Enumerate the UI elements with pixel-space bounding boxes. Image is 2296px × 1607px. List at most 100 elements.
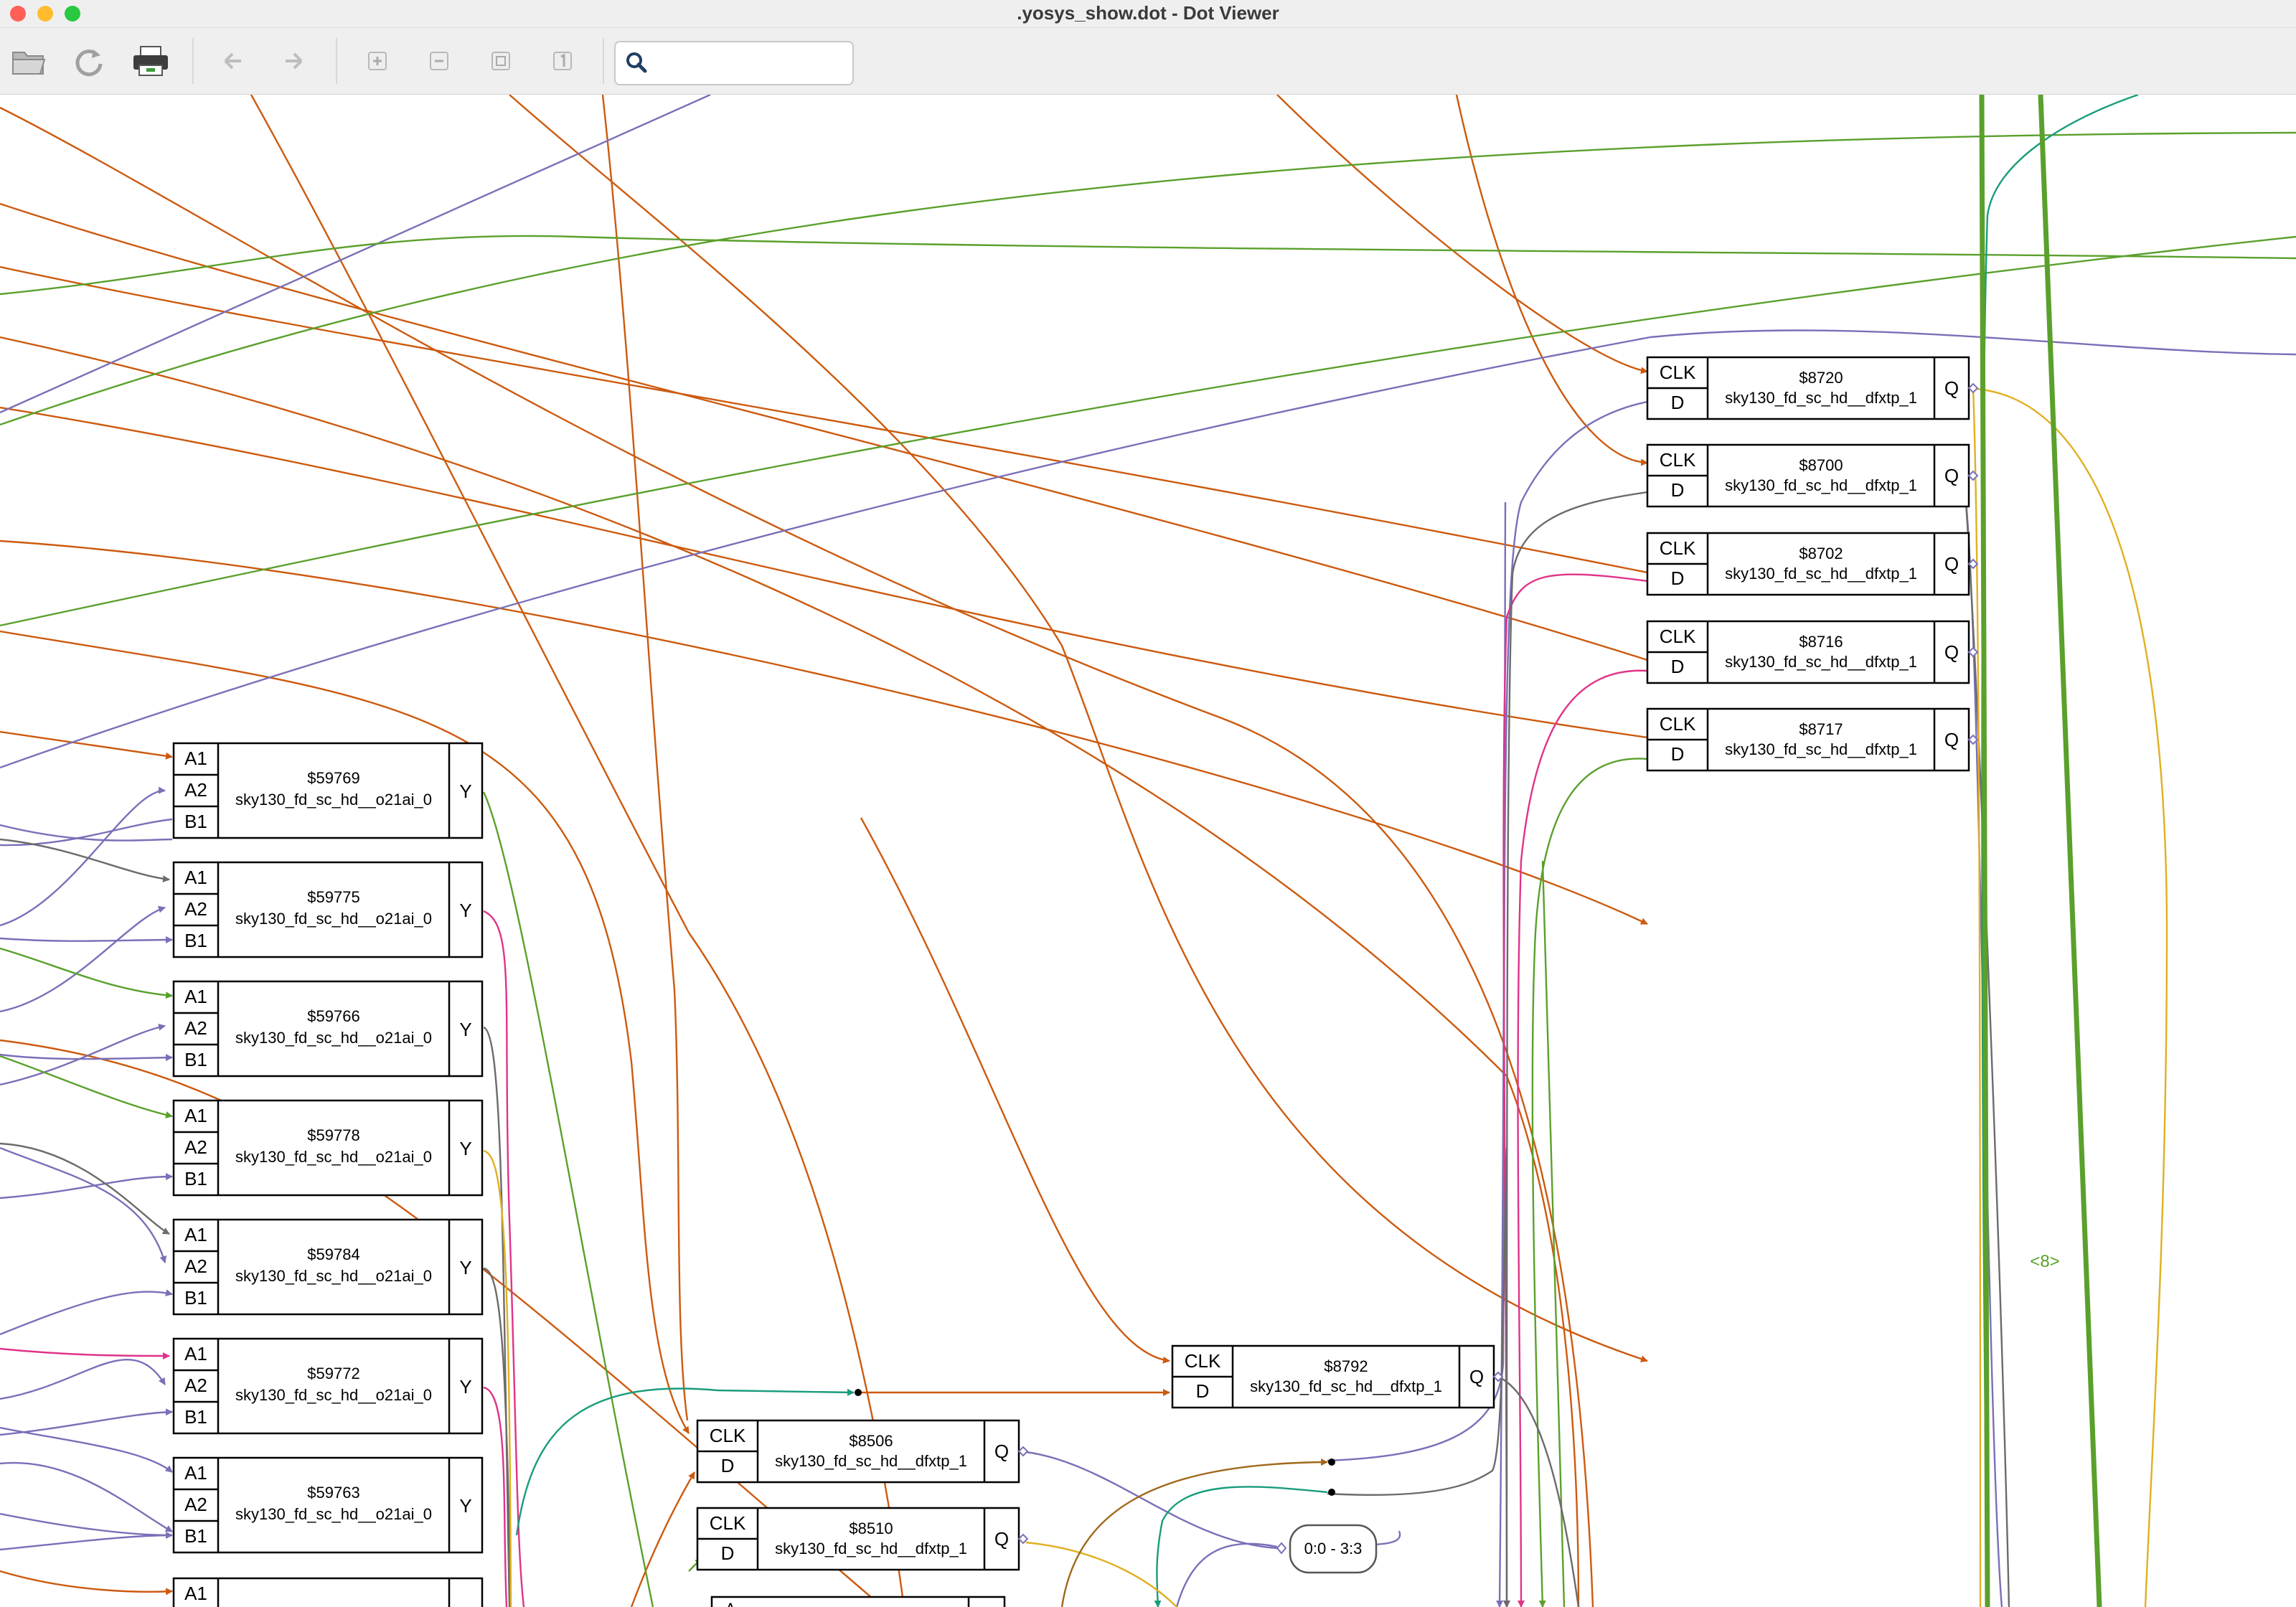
edge-pink xyxy=(1517,669,1648,1607)
cell-$8716[interactable]: CLK D Q $8716 sky130_fd_sc_hd__dfxtp_1 xyxy=(1646,620,1979,684)
open-button[interactable] xyxy=(9,42,49,80)
port-d: D xyxy=(1671,479,1685,501)
edge-gray xyxy=(1327,1147,1508,1496)
port-clk: CLK xyxy=(1185,1350,1221,1372)
edge-orange xyxy=(509,95,1648,1362)
port-a1: A1 xyxy=(184,1462,207,1484)
cell-$59784[interactable]: A1 A2 B1 Y $59784 sky130_fd_sc_hd__o21ai_0 xyxy=(172,1218,484,1316)
zoom-out-button[interactable] xyxy=(419,42,459,80)
edge-orange xyxy=(0,265,1648,574)
cell-$8510[interactable]: CLK D Q $8510 sky130_fd_sc_hd__dfxtp_1 xyxy=(696,1507,1029,1571)
port-b1: B1 xyxy=(184,1168,207,1189)
zoom-in-button[interactable] xyxy=(357,42,397,80)
port-d: D xyxy=(721,1542,735,1564)
junction-dot xyxy=(1328,1489,1335,1496)
port-q: Q xyxy=(1944,729,1959,750)
bus-green xyxy=(1979,95,1990,1607)
print-button[interactable] xyxy=(131,42,171,80)
cell-id: $8717 xyxy=(1799,720,1843,738)
cell-partial[interactable]: A1 xyxy=(172,1577,484,1607)
cell-id: $59784 xyxy=(307,1245,359,1263)
edge-gold xyxy=(1972,388,1982,1607)
port-y: Y xyxy=(459,900,471,921)
port-d: D xyxy=(1671,656,1685,677)
port-clk: CLK xyxy=(1660,626,1696,647)
cell-type: sky130_fd_sc_hd__dfxtp_1 xyxy=(1250,1377,1442,1395)
edge-purple xyxy=(0,824,173,842)
port-a1: A1 xyxy=(184,986,207,1007)
port-q: Q xyxy=(1944,465,1959,486)
output-port-marker xyxy=(1017,1446,1029,1457)
window-title: .yosys_show.dot - Dot Viewer xyxy=(1017,2,1279,24)
graph-canvas[interactable]: A1 A2 B1 Y $59769 sky130_fd_sc_hd__o21ai_0 A1 A… xyxy=(0,95,2296,1607)
cell-$59766[interactable]: A1 A2 B1 Y $59766 sky130_fd_sc_hd__o21ai_0 xyxy=(172,980,484,1078)
cell-$8700[interactable]: CLK D Q $8700 sky130_fd_sc_hd__dfxtp_1 xyxy=(1646,443,1979,508)
search-input[interactable] xyxy=(656,48,845,80)
port-b1: B1 xyxy=(184,1525,207,1547)
cell-$59778[interactable]: A1 A2 B1 Y $59778 sky130_fd_sc_hd__o21ai_0 xyxy=(172,1099,484,1197)
edge-purple xyxy=(0,1358,166,1400)
port-a2: A2 xyxy=(184,1017,207,1039)
port-a: A xyxy=(725,1600,736,1607)
port-y: Y xyxy=(459,1138,471,1159)
cell-id: $8792 xyxy=(1324,1357,1368,1375)
zoom-in-icon xyxy=(368,52,387,70)
port-clk: CLK xyxy=(710,1512,746,1534)
cell-$8792[interactable]: CLK D Q $8792 sky130_fd_sc_hd__dfxtp_1 xyxy=(1171,1344,1504,1409)
cell-$8717[interactable]: CLK D Q $8717 sky130_fd_sc_hd__dfxtp_1 xyxy=(1646,707,1979,772)
cell-$59772[interactable]: A1 A2 B1 Y $59772 sky130_fd_sc_hd__o21ai_0 xyxy=(172,1337,484,1435)
edge-teal xyxy=(1981,95,2139,1607)
bus-range-node[interactable]: 0:0 - 3:3 xyxy=(1276,1524,1378,1574)
port-q: Q xyxy=(994,1441,1009,1462)
edge-orange xyxy=(0,730,173,760)
edge-purple xyxy=(0,1173,173,1200)
cell-$59763[interactable]: A1 A2 B1 Y $59763 sky130_fd_sc_hd__o21ai_0 xyxy=(172,1456,484,1554)
zoom-fit-button[interactable] xyxy=(481,42,521,80)
toolbar xyxy=(0,28,2296,95)
edge-green xyxy=(0,1055,173,1118)
cell-type: sky130_fd_sc_hd__o21ai_0 xyxy=(235,1505,432,1523)
cell-$8506[interactable]: CLK D Q $8506 sky130_fd_sc_hd__dfxtp_1 xyxy=(696,1419,1029,1484)
port-y: Y xyxy=(459,1495,471,1517)
back-button[interactable] xyxy=(212,42,253,80)
cell-$8702[interactable]: CLK D Q $8702 sky130_fd_sc_hd__dfxtp_1 xyxy=(1646,532,1979,596)
edge-green xyxy=(0,235,2296,296)
cell-type: sky130_fd_sc_hd__dfxtp_1 xyxy=(1725,565,1917,583)
edge-brown xyxy=(1060,1458,1328,1607)
forward-button[interactable] xyxy=(274,42,314,80)
cell-type: sky130_fd_sc_hd__o21ai_0 xyxy=(235,1386,432,1404)
port-clk: CLK xyxy=(1660,362,1696,383)
cell-$59775[interactable]: A1 A2 B1 Y $59775 sky130_fd_sc_hd__o21ai_0 xyxy=(172,861,484,958)
zoom-100-button[interactable] xyxy=(542,42,583,80)
cell-$59769[interactable]: A1 A2 B1 Y $59769 sky130_fd_sc_hd__o21ai_0 xyxy=(172,742,484,839)
cell-id: $8720 xyxy=(1799,369,1843,387)
edge-orange xyxy=(860,817,1170,1364)
cell-$8720[interactable]: CLK D Q $8720 sky130_fd_sc_hd__dfxtp_1 xyxy=(1646,356,1979,420)
edge-orange xyxy=(1276,95,1648,374)
edge-purple xyxy=(0,1289,173,1336)
cell-id: $8700 xyxy=(1799,456,1843,474)
search-box[interactable] xyxy=(614,41,854,85)
cell-id: $8506 xyxy=(849,1432,893,1450)
port-b1: B1 xyxy=(184,1049,207,1070)
reload-icon xyxy=(75,50,103,77)
cell-id: $59766 xyxy=(307,1007,359,1025)
reload-button[interactable] xyxy=(69,42,109,80)
cell-partial-2[interactable]: A xyxy=(710,1596,1006,1607)
cell-type: sky130_fd_sc_hd__dfxtp_1 xyxy=(775,1540,967,1557)
port-clk: CLK xyxy=(1660,537,1696,559)
port-clk: CLK xyxy=(1660,449,1696,471)
port-q: Q xyxy=(1944,377,1959,399)
port-d: D xyxy=(1196,1380,1210,1402)
title-bar: .yosys_show.dot - Dot Viewer xyxy=(0,0,2296,28)
cell-id: $8702 xyxy=(1799,545,1843,562)
zoom-100-icon xyxy=(553,52,572,70)
cell-id: $8716 xyxy=(1799,633,1843,651)
dot-viewer-window: .yosys_show.dot - Dot Viewer A1 A2 B1 Y … xyxy=(0,0,2296,1607)
port-a2: A2 xyxy=(184,1255,207,1277)
edge-purple xyxy=(0,1146,167,1263)
nodes-layer: A1A2B1Y$59769sky130_fd_sc_hd__o21ai_0A1A… xyxy=(172,356,2060,1607)
cell-id: $8510 xyxy=(849,1519,893,1537)
edge-orange xyxy=(601,95,689,1421)
port-y: Y xyxy=(459,1019,471,1040)
